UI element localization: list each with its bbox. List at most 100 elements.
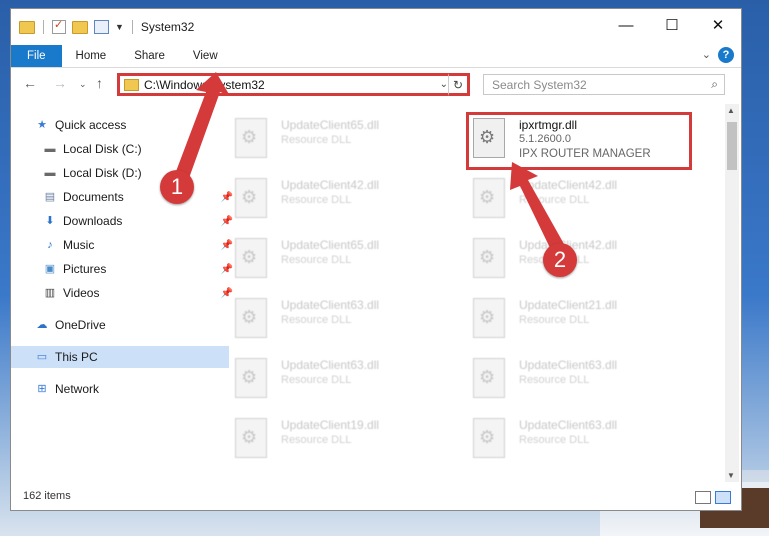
sidebar-item-onedrive[interactable]: ☁ OneDrive [11, 314, 229, 336]
file-description: Resource DLL [281, 434, 352, 446]
address-dropdown-chevron-icon[interactable]: ⌄ [440, 79, 448, 90]
file-tile[interactable]: UpdateClient63.dll Resource DLL [227, 292, 457, 342]
file-name: UpdateClient63.dll [519, 358, 618, 372]
videos-icon: ▥ [44, 287, 56, 299]
customize-toolbar-chevron-icon[interactable]: ▼ [115, 22, 124, 32]
tab-home[interactable]: Home [62, 45, 121, 67]
sidebar-item-label: Quick access [55, 118, 127, 132]
file-tile[interactable]: UpdateClient65.dll Resource DLL [227, 112, 457, 162]
sidebar-item-local-disk-d[interactable]: ▬ Local Disk (D:) [11, 162, 237, 184]
sidebar-item-downloads[interactable]: ⬇ Downloads 📌 [11, 210, 237, 232]
file-tile[interactable]: UpdateClient63.dll Resource DLL [465, 352, 695, 402]
sidebar-item-this-pc[interactable]: ▭ This PC [11, 346, 229, 368]
toolbar-separator [131, 20, 133, 34]
documents-icon: ▤ [44, 191, 56, 203]
folder-icon [19, 20, 35, 34]
back-arrow-icon[interactable]: ← [23, 75, 37, 91]
item-count: 162 items [23, 490, 71, 502]
dll-file-icon [235, 298, 267, 338]
address-bar[interactable]: C:\Windows\System32 ⌄ [117, 73, 457, 96]
tab-view[interactable]: View [179, 45, 232, 67]
file-name: UpdateClient42.dll [519, 178, 618, 192]
sidebar-item-local-disk-c[interactable]: ▬ Local Disk (C:) [11, 138, 237, 160]
vertical-scrollbar[interactable]: ▲ ▼ [725, 104, 739, 482]
navigation-pane: ★ Quick access ▬ Local Disk (C:) ▬ Local… [11, 104, 233, 482]
file-name: UpdateClient63.dll [281, 358, 380, 372]
callout-badge-1: 1 [160, 170, 194, 204]
dll-file-icon [473, 418, 505, 458]
details-view-icon[interactable] [695, 491, 711, 504]
new-folder-icon[interactable] [72, 20, 88, 34]
dll-file-icon [473, 358, 505, 398]
window-title: System32 [140, 20, 195, 34]
drive-icon: ▬ [44, 143, 56, 155]
pictures-icon: ▣ [44, 263, 56, 275]
file-tile[interactable]: UpdateClient19.dll Resource DLL [227, 412, 457, 462]
sidebar-item-label: This PC [55, 350, 98, 364]
download-icon: ⬇ [45, 215, 55, 227]
properties-icon[interactable] [94, 20, 109, 34]
file-tile[interactable]: UpdateClient42.dll Resource DLL [227, 172, 457, 222]
help-icon[interactable]: ? [718, 47, 734, 63]
file-description: Resource DLL [281, 134, 352, 146]
file-tile[interactable]: UpdateClient63.dll Resource DLL [227, 352, 457, 402]
forward-arrow-icon[interactable]: → [53, 75, 67, 91]
cloud-icon: ☁ [36, 319, 48, 331]
up-arrow-icon[interactable]: ↑ [96, 75, 103, 91]
title-bar: ▼ System32 — ☐ ✕ [11, 9, 741, 45]
sidebar-item-pictures[interactable]: ▣ Pictures 📌 [11, 258, 237, 280]
dll-file-icon [473, 298, 505, 338]
properties-check-icon[interactable] [52, 18, 66, 34]
sidebar-item-label: Local Disk (C:) [63, 142, 142, 156]
file-description: Resource DLL [519, 314, 590, 326]
dll-file-icon [473, 238, 505, 278]
sidebar-item-label: Documents [63, 190, 124, 204]
file-description: Resource DLL [519, 434, 590, 446]
sidebar-item-quick-access[interactable]: ★ Quick access [11, 114, 229, 136]
sidebar-item-label: Local Disk (D:) [63, 166, 142, 180]
sidebar-item-network[interactable]: ⊞ Network [11, 378, 229, 400]
sidebar-item-label: Videos [63, 286, 100, 300]
search-input[interactable]: Search System32 ⌕ [483, 74, 725, 95]
recent-locations-chevron-icon[interactable]: ⌄ [79, 79, 87, 90]
dll-file-icon [235, 418, 267, 458]
tiles-view-icon[interactable] [715, 491, 731, 504]
file-tile[interactable]: UpdateClient42.dll Resource DLL [465, 232, 695, 282]
refresh-button[interactable]: ↻ [448, 73, 470, 96]
file-name: UpdateClient63.dll [519, 418, 618, 432]
dll-file-icon [235, 358, 267, 398]
sidebar-item-music[interactable]: ♪ Music 📌 [11, 234, 237, 256]
dll-file-icon [235, 178, 267, 218]
file-description: Resource DLL [519, 374, 590, 386]
scroll-thumb[interactable] [727, 122, 737, 170]
file-description: Resource DLL [281, 254, 352, 266]
tab-share[interactable]: Share [120, 45, 179, 67]
navigation-bar: ← → ⌄ ↑ C:\Windows\System32 ⌄ ↻ Search S… [11, 68, 741, 102]
file-tile[interactable]: UpdateClient63.dll Resource DLL [465, 412, 695, 462]
tab-file[interactable]: File [11, 45, 62, 67]
file-description: Resource DLL [519, 194, 590, 206]
scroll-down-icon[interactable]: ▼ [727, 471, 735, 480]
sidebar-item-label: OneDrive [55, 318, 106, 332]
file-tile[interactable]: UpdateClient21.dll Resource DLL [465, 292, 695, 342]
star-icon: ★ [37, 119, 47, 131]
scroll-up-icon[interactable]: ▲ [727, 106, 735, 115]
file-name: UpdateClient19.dll [281, 418, 380, 432]
file-tile[interactable]: UpdateClient65.dll Resource DLL [227, 232, 457, 282]
maximize-button[interactable]: ☐ [649, 9, 695, 41]
file-tile[interactable]: UpdateClient42.dll Resource DLL [465, 172, 695, 222]
network-icon: ⊞ [37, 383, 47, 395]
close-button[interactable]: ✕ [695, 9, 741, 41]
sidebar-item-documents[interactable]: ▤ Documents 📌 [11, 186, 237, 208]
file-description: Resource DLL [281, 374, 352, 386]
dll-file-icon [235, 118, 267, 158]
dll-file-icon [235, 238, 267, 278]
file-name: UpdateClient63.dll [281, 298, 380, 312]
sidebar-item-videos[interactable]: ▥ Videos 📌 [11, 282, 237, 304]
window-controls: — ☐ ✕ [603, 9, 741, 41]
address-path[interactable]: C:\Windows\System32 [144, 78, 440, 92]
expand-ribbon-chevron-icon[interactable]: ⌄ [702, 48, 711, 61]
toolbar-separator [43, 20, 44, 34]
minimize-button[interactable]: — [603, 9, 649, 41]
music-icon: ♪ [47, 239, 53, 251]
